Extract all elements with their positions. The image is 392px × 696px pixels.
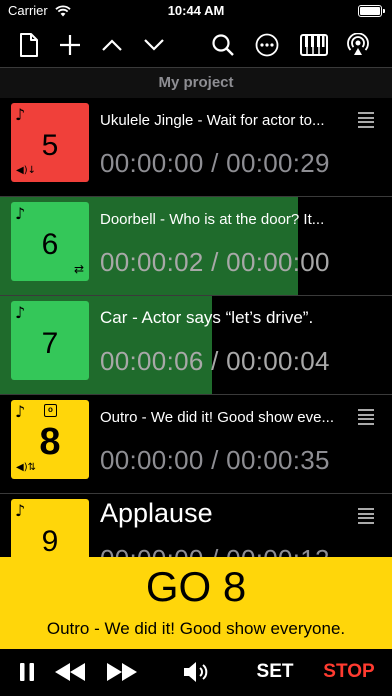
cue-tile[interactable]: ♪ o 8 ◀)⇅ <box>11 400 89 479</box>
piano-keyboard-icon[interactable] <box>297 30 331 60</box>
reorder-handle-icon[interactable] <box>358 508 374 524</box>
stop-button[interactable]: STOP <box>318 657 380 687</box>
speaker-fade-icon: ◀)⇅ <box>16 462 36 473</box>
music-note-icon: ♪ <box>15 402 26 421</box>
cue-number: 5 <box>41 129 59 162</box>
cue-tile[interactable]: ♪ 6 ⇄ <box>11 202 89 281</box>
go-label: GO 8 <box>145 563 247 610</box>
standby-indicator-icon: o <box>44 404 57 417</box>
cue-tile[interactable]: ♪ 9 <box>11 499 89 557</box>
airplay-icon[interactable] <box>341 30 375 60</box>
cue-tile[interactable]: ♪ 5 ◀)↓ <box>11 103 89 182</box>
document-icon[interactable] <box>12 30 46 60</box>
cue-time: 00:00:00 / 00:00:29 <box>100 148 330 178</box>
speaker-fade-icon: ◀)↓ <box>16 165 36 176</box>
reorder-handle-icon[interactable] <box>358 112 374 128</box>
project-title: My project <box>0 68 392 98</box>
cue-number: 6 <box>41 228 59 261</box>
cue-row[interactable]: ♪ 5 ◀)↓ Ukulele Jingle - Wait for actor … <box>0 98 392 197</box>
cue-name: Car - Actor says “let’s drive”. <box>100 308 314 327</box>
music-note-icon: ♪ <box>15 303 26 322</box>
pause-icon[interactable] <box>14 657 40 687</box>
chevron-up-icon[interactable] <box>95 30 129 60</box>
transport-bar: SET STOP <box>0 649 392 696</box>
volume-icon[interactable] <box>180 657 212 687</box>
music-note-icon: ♪ <box>15 501 26 520</box>
more-icon[interactable] <box>250 30 284 60</box>
cue-row[interactable]: ♪ 9 Applause 00:00:00 / 00:00:12 <box>0 494 392 557</box>
cue-tile[interactable]: ♪ 7 <box>11 301 89 380</box>
search-icon[interactable] <box>206 30 240 60</box>
battery-icon <box>358 5 385 17</box>
cue-name: Outro - We did it! Good show eve... <box>100 409 334 426</box>
cue-row[interactable]: ♪ o 8 ◀)⇅ Outro - We did it! Good show e… <box>0 395 392 494</box>
cue-row[interactable]: ♪ 6 ⇄ Doorbell - Who is at the door? It.… <box>0 197 392 296</box>
toolbar <box>0 24 392 68</box>
cue-name: Ukulele Jingle - Wait for actor to... <box>100 112 325 129</box>
cue-list[interactable]: ♪ 5 ◀)↓ Ukulele Jingle - Wait for actor … <box>0 98 392 557</box>
stop-label: STOP <box>323 661 375 682</box>
set-button[interactable]: SET <box>254 657 296 687</box>
go-button[interactable]: GO 8 Outro - We did it! Good show everyo… <box>0 557 392 649</box>
cue-time: 00:00:00 / 00:00:35 <box>100 445 330 475</box>
cue-name: Applause <box>100 498 213 528</box>
cue-number: 8 <box>39 421 61 463</box>
cue-time: 00:00:02 / 00:00:00 <box>100 247 330 277</box>
fast-forward-icon[interactable] <box>104 657 140 687</box>
cue-time: 00:00:00 / 00:00:12 <box>100 544 330 557</box>
go-cue-name: Outro - We did it! Good show everyone. <box>46 619 346 638</box>
cue-number: 9 <box>41 525 59 557</box>
rewind-icon[interactable] <box>52 657 88 687</box>
cue-number: 7 <box>41 327 59 360</box>
cue-name: Doorbell - Who is at the door? It... <box>100 211 325 228</box>
chevron-down-icon[interactable] <box>137 30 171 60</box>
plus-icon[interactable] <box>53 30 87 60</box>
cue-time: 00:00:06 / 00:00:04 <box>100 346 330 376</box>
reorder-handle-icon[interactable] <box>358 409 374 425</box>
music-note-icon: ♪ <box>15 204 26 223</box>
music-note-icon: ♪ <box>15 105 26 124</box>
cue-row[interactable]: ♪ 7 Car - Actor says “let’s drive”. 00:0… <box>0 296 392 395</box>
status-time: 10:44 AM <box>167 3 225 18</box>
status-bar: Carrier 10:44 AM <box>0 0 392 22</box>
set-label: SET <box>256 661 294 682</box>
loop-icon: ⇄ <box>73 262 84 276</box>
